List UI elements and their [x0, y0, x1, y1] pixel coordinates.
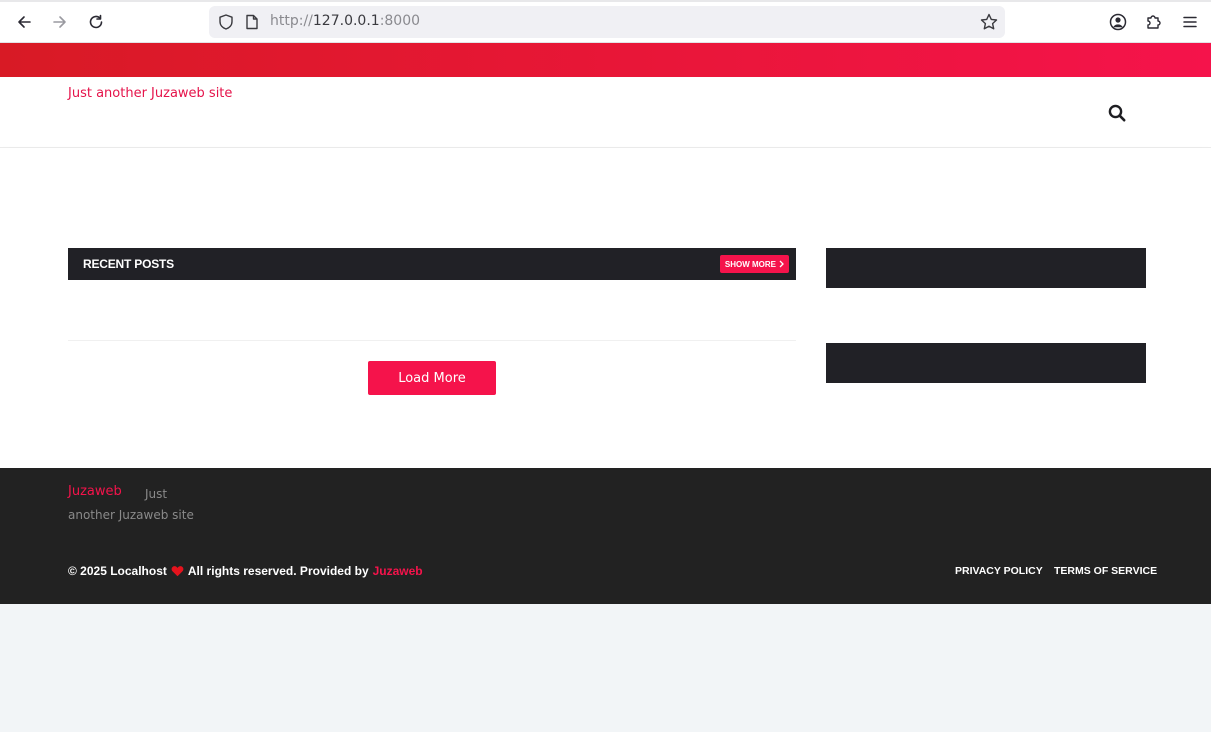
heart-icon [171, 566, 184, 577]
reload-button[interactable] [84, 10, 108, 34]
copyright: © 2025 Localhost All rights reserved. Pr… [68, 564, 423, 578]
hamburger-icon [1183, 16, 1197, 28]
shield-icon[interactable] [217, 13, 235, 31]
site-tagline[interactable]: Just another Juzaweb site [68, 86, 232, 101]
main-navigation [0, 148, 1211, 179]
forward-button[interactable] [48, 10, 72, 34]
footer-description: another Juzaweb site [68, 508, 194, 522]
puzzle-icon [1147, 15, 1161, 29]
copyright-prefix: © 2025 Localhost [68, 564, 167, 578]
terms-of-service-link[interactable]: TERMS OF SERVICE [1054, 565, 1157, 577]
address-bar[interactable]: http://127.0.0.1:8000 [209, 6, 1005, 38]
back-button[interactable] [12, 10, 36, 34]
footer-brand[interactable]: Juzaweb [68, 484, 122, 499]
sidebar-widget-header [826, 248, 1146, 288]
show-more-button[interactable]: SHOW MORE [719, 255, 789, 273]
account-button[interactable] [1107, 11, 1129, 33]
page-icon[interactable] [243, 13, 261, 31]
account-icon [1109, 13, 1127, 31]
browser-toolbar: http://127.0.0.1:8000 [0, 0, 1211, 43]
tab-strip-edge [0, 0, 1211, 2]
arrow-right-icon [53, 16, 66, 28]
top-bar [0, 43, 1211, 77]
url-text[interactable]: http://127.0.0.1:8000 [270, 13, 420, 29]
menu-button[interactable] [1179, 11, 1201, 33]
recent-posts-title: RECENT POSTS [83, 257, 174, 271]
recent-posts-header: RECENT POSTS SHOW MORE [68, 248, 796, 280]
url-port: :8000 [379, 13, 421, 29]
star-icon[interactable] [979, 12, 999, 32]
load-more-button[interactable]: Load More [368, 361, 496, 395]
search-icon[interactable] [1106, 102, 1128, 124]
sidebar-widget-header [826, 343, 1146, 383]
site-footer: Juzaweb Just another Juzaweb site © 2025… [0, 468, 1211, 604]
provider-link[interactable]: Juzaweb [373, 564, 423, 578]
copyright-text: All rights reserved. Provided by [187, 564, 369, 578]
show-more-label: SHOW MORE [724, 259, 776, 269]
reload-icon [89, 14, 103, 29]
posts-divider [68, 340, 796, 341]
url-scheme: http:// [270, 13, 313, 29]
site-header: Just another Juzaweb site [0, 77, 1211, 148]
chevron-right-icon [779, 260, 784, 268]
footer-description: Just [145, 487, 168, 501]
url-host: 127.0.0.1 [312, 13, 380, 29]
privacy-policy-link[interactable]: PRIVACY POLICY [955, 565, 1043, 577]
main-content: RECENT POSTS SHOW MORE Load More [0, 179, 1211, 468]
extensions-button[interactable] [1143, 11, 1165, 33]
load-more-label: Load More [398, 370, 466, 386]
arrow-left-icon [18, 16, 31, 28]
